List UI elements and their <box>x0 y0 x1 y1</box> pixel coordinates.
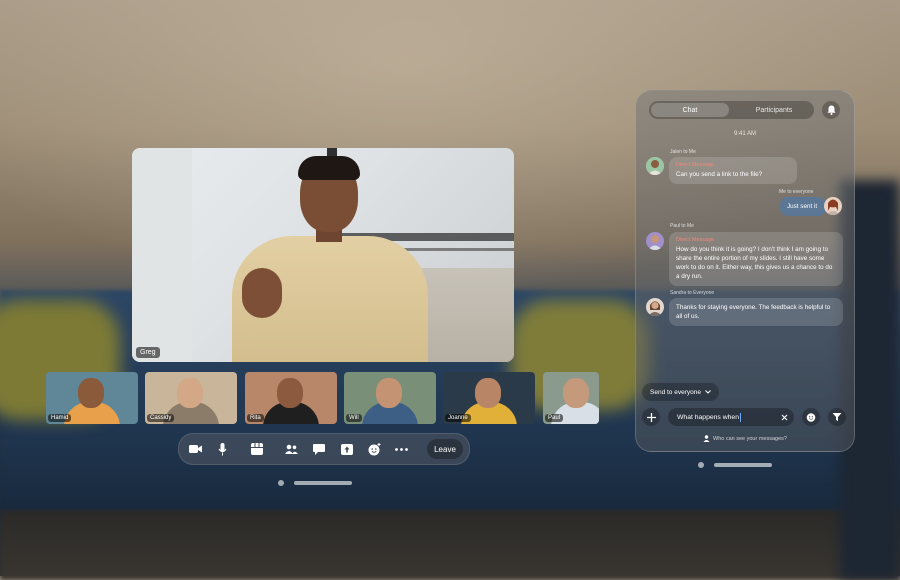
chat-icon[interactable] <box>311 441 327 457</box>
window-grabber-bar[interactable] <box>294 481 352 485</box>
main-video[interactable]: Greg <box>132 148 514 362</box>
leave-button[interactable]: Leave <box>427 439 463 459</box>
participant-tile[interactable]: Paul <box>543 372 599 424</box>
video-background <box>132 148 192 362</box>
message-text: How do you think it is going? I don't th… <box>676 245 833 281</box>
participant-name: Cassidy <box>147 414 175 422</box>
message-text: Thanks for staying everyone. The feedbac… <box>676 304 831 321</box>
avatar <box>646 157 664 175</box>
more-icon[interactable] <box>393 441 409 457</box>
message-meta: Me to everyone <box>779 189 814 195</box>
chat-panel: Chat Participants 9:41 AM Jalen to Me Di… <box>635 90 855 452</box>
people-icon[interactable] <box>283 441 299 457</box>
microphone-icon[interactable] <box>214 441 230 457</box>
reaction-button[interactable] <box>802 408 820 426</box>
send-button[interactable] <box>828 408 846 426</box>
background-floor <box>0 510 900 580</box>
send-to-label: Send to everyone <box>650 388 701 396</box>
add-attachment-button[interactable] <box>642 408 660 426</box>
participant-name: Will <box>346 414 362 422</box>
message-input-value: What happens when <box>677 413 739 421</box>
participant-tile[interactable]: Will <box>344 372 436 424</box>
avatar <box>824 197 842 215</box>
avatar <box>646 232 664 250</box>
message-bubble: Direct Message Can you send a link to th… <box>669 157 797 185</box>
text-caret <box>739 412 741 422</box>
speaker-person <box>212 156 442 362</box>
share-icon[interactable] <box>339 441 355 457</box>
message-bubble: Direct Message How do you think it is go… <box>669 232 843 287</box>
send-to-dropdown[interactable]: Send to everyone <box>642 383 719 401</box>
participant-name: Hamid <box>48 414 72 422</box>
participant-tile[interactable]: Cassidy <box>145 372 237 424</box>
message-meta: Jalen to Me <box>670 149 696 155</box>
window-handle-dot[interactable] <box>278 480 284 486</box>
chevron-down-icon <box>705 390 711 394</box>
direct-message-tag: Direct Message <box>676 162 715 168</box>
participant-name: Paul <box>545 414 564 422</box>
message-input[interactable]: What happens when <box>668 408 794 426</box>
participant-name: Joanne <box>445 414 471 422</box>
bell-icon[interactable] <box>822 101 840 119</box>
grid-icon[interactable] <box>249 441 265 457</box>
clear-input-button[interactable] <box>778 411 790 423</box>
tab-participants[interactable]: Participants <box>737 103 811 117</box>
privacy-note[interactable]: Who can see your messages? <box>636 435 854 442</box>
message-bubble: Thanks for staying everyone. The feedbac… <box>669 298 843 327</box>
close-icon <box>781 414 787 420</box>
avatar <box>646 298 664 316</box>
person-icon <box>703 435 710 442</box>
participant-tile[interactable]: Hamid <box>46 372 138 424</box>
reaction-icon[interactable] <box>366 441 382 457</box>
plus-icon <box>646 412 656 422</box>
video-icon[interactable] <box>187 441 203 457</box>
participant-name: Rita <box>247 414 264 422</box>
window-handle-dot[interactable] <box>698 462 704 468</box>
message-meta: Sandra to Everyone <box>670 290 715 296</box>
call-toolbar: Leave <box>178 433 470 465</box>
direct-message-tag: Direct Message <box>676 237 715 243</box>
message-meta: Paul to Me <box>670 223 694 229</box>
privacy-note-text: Who can see your messages? <box>713 435 787 442</box>
message-text: Just sent it <box>787 203 818 210</box>
speaker-name-tag: Greg <box>136 347 160 358</box>
participant-tile[interactable]: Joanne <box>443 372 535 424</box>
message-text: Can you send a link to the file? <box>676 170 763 178</box>
window-grabber-bar[interactable] <box>714 463 772 467</box>
participant-tile[interactable]: Rita <box>245 372 337 424</box>
send-icon <box>832 413 842 421</box>
message-bubble: Just sent it <box>780 197 826 217</box>
chat-timestamp: 9:41 AM <box>733 131 756 137</box>
emoji-icon <box>806 413 816 422</box>
tab-chat[interactable]: Chat <box>651 103 729 117</box>
chat-tab-switcher: Chat Participants <box>649 101 814 119</box>
